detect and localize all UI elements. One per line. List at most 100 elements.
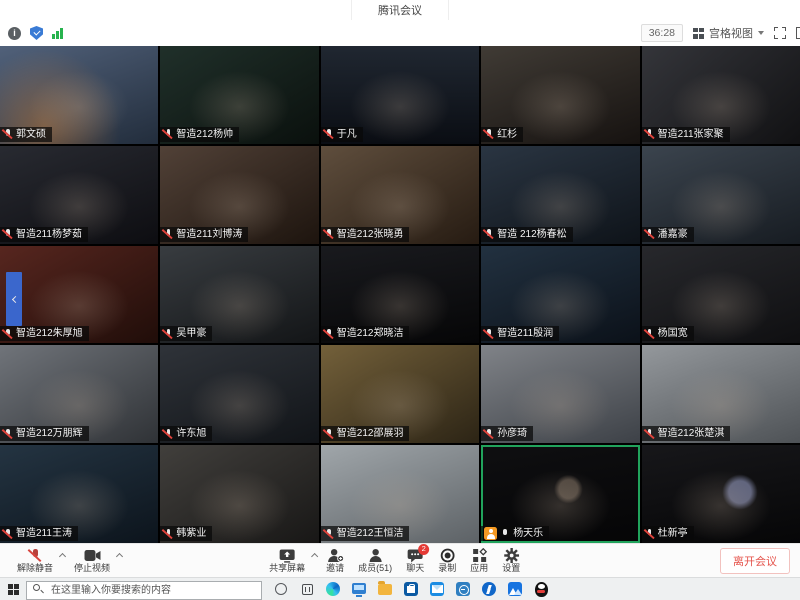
participant-name-tag: 智造212邵展羽 (321, 426, 410, 441)
search-input[interactable] (26, 581, 262, 600)
participant-tile[interactable]: 郭文硕 (0, 46, 158, 144)
participant-name: 智造211刘博涛 (176, 227, 242, 242)
previous-page-arrow[interactable] (6, 272, 22, 326)
camera-icon (84, 549, 101, 562)
grid-view-icon (693, 28, 704, 39)
participant-name: 智造212杨帅 (176, 127, 233, 142)
participant-tile[interactable]: 智造211杨梦茹 (0, 146, 158, 244)
participant-tile[interactable]: 智造212邵展羽 (321, 345, 479, 443)
window-edge-icon (796, 27, 800, 39)
raised-hand-icon (484, 527, 497, 540)
participant-tile[interactable]: 于凡 (321, 46, 479, 144)
taskbar-item-mail[interactable] (424, 578, 450, 600)
share-options-chevron-icon[interactable] (311, 553, 318, 560)
view-mode-switcher[interactable]: 宫格视图 (693, 25, 764, 41)
video-options-chevron-icon[interactable] (116, 553, 123, 560)
participant-tile[interactable]: 吴甲豪 (160, 246, 318, 344)
participant-name-tag: 于凡 (321, 127, 363, 142)
participant-tile[interactable]: 智造211殷润 (481, 246, 639, 344)
stop-video-label: 停止视频 (74, 564, 110, 573)
participant-tile[interactable]: 智造211刘博涛 (160, 146, 318, 244)
participant-name: 智造 212杨春松 (497, 227, 566, 242)
participant-tile[interactable]: 杨国宽 (642, 246, 800, 344)
participant-tile[interactable]: 杜新亭 (642, 445, 800, 543)
participant-tile[interactable]: 孙彦琦 (481, 345, 639, 443)
participant-name: 智造212张楚淇 (658, 426, 725, 441)
stop-video-button[interactable]: 停止视频 (74, 548, 110, 573)
network-signal-icon[interactable] (52, 27, 63, 39)
cortana-button[interactable] (268, 578, 294, 600)
participant-tile[interactable]: 智造212万朋辉 (0, 345, 158, 443)
record-label: 录制 (438, 564, 456, 573)
chevron-down-icon (758, 31, 764, 35)
participant-name: 吴甲豪 (176, 326, 206, 341)
meeting-info-icon[interactable]: i (8, 27, 21, 40)
participant-name: 许东旭 (176, 426, 206, 441)
muted-mic-icon (3, 228, 13, 240)
participant-tile[interactable]: 智造212杨帅 (160, 46, 318, 144)
participant-tile-active-speaker[interactable]: 杨天乐 (481, 445, 639, 543)
taskbar-item-remote-app[interactable] (450, 578, 476, 600)
participant-tile[interactable]: 智造211张家聚 (642, 46, 800, 144)
taskbar-item-qq[interactable] (528, 578, 554, 600)
start-button[interactable] (0, 578, 26, 600)
fullscreen-icon[interactable] (774, 27, 786, 39)
muted-mic-icon (484, 128, 494, 140)
participant-name-tag: 智造211王涛 (0, 526, 78, 541)
record-button[interactable]: 录制 (438, 548, 456, 573)
participant-tile[interactable]: 智造211王涛 (0, 445, 158, 543)
participant-name-tag: 智造212杨帅 (160, 127, 239, 142)
participant-tile[interactable]: 智造212王恒洁 (321, 445, 479, 543)
task-view-button[interactable] (294, 578, 320, 600)
participant-name: 韩紫业 (176, 526, 206, 541)
participant-tile[interactable]: 红杉 (481, 46, 639, 144)
participant-name-tag: 许东旭 (160, 426, 212, 441)
muted-mic-icon (484, 228, 494, 240)
participant-name-tag: 吴甲豪 (160, 326, 212, 341)
participant-tile[interactable]: 智造212朱厚旭 (0, 246, 158, 344)
chevron-left-icon (11, 295, 18, 302)
meeting-toolbar: 解除静音 停止视频 共享屏幕 (0, 543, 800, 577)
muted-mic-icon (163, 428, 173, 440)
lightning-app-icon (482, 582, 496, 596)
participant-tile[interactable]: 潘嘉豪 (642, 146, 800, 244)
leave-meeting-button[interactable]: 离开会议 (720, 548, 790, 574)
participant-name-tag: 智造212郑晓洁 (321, 326, 410, 341)
search-icon (33, 584, 40, 591)
taskbar-item-store[interactable] (398, 578, 424, 600)
taskbar-item-this-pc[interactable] (346, 578, 372, 600)
taskbar-item-docs-app[interactable] (502, 578, 528, 600)
muted-mic-icon (324, 528, 334, 540)
unmute-button[interactable]: 解除静音 (17, 548, 53, 573)
meeting-topbar: i 36:28 宫格视图 (0, 20, 800, 46)
participant-name: 潘嘉豪 (658, 227, 688, 242)
chat-button[interactable]: 2 聊天 (406, 548, 424, 573)
gear-icon (504, 548, 519, 563)
participant-tile[interactable]: 智造212张楚淇 (642, 345, 800, 443)
members-person-icon (368, 548, 383, 563)
participant-name-tag: 智造211杨梦茹 (0, 227, 88, 242)
view-mode-label: 宫格视图 (709, 25, 753, 41)
taskbar-search[interactable] (26, 580, 262, 599)
members-button[interactable]: 成员(51) (358, 548, 392, 573)
participant-name-tag: 杜新亭 (642, 526, 694, 541)
mic-options-chevron-icon[interactable] (59, 553, 66, 560)
taskbar-item-file-explorer[interactable] (372, 578, 398, 600)
participant-tile[interactable]: 韩紫业 (160, 445, 318, 543)
apps-button[interactable]: 应用 (470, 548, 488, 573)
invite-button[interactable]: 邀请 (326, 548, 344, 573)
muted-mic-icon (163, 328, 173, 340)
participant-tile[interactable]: 智造212郑晓洁 (321, 246, 479, 344)
share-screen-button[interactable]: 共享屏幕 (269, 548, 305, 573)
taskbar-item-edge[interactable] (320, 578, 346, 600)
security-shield-icon[interactable] (30, 26, 43, 40)
settings-button[interactable]: 设置 (502, 548, 520, 573)
taskbar-item-meeting-app[interactable] (476, 578, 502, 600)
window-title: 腾讯会议 (351, 0, 449, 20)
unmuted-mic-icon (500, 528, 510, 540)
participant-tile[interactable]: 许东旭 (160, 345, 318, 443)
participant-tile[interactable]: 智造212张晓勇 (321, 146, 479, 244)
participant-name: 杨天乐 (513, 526, 543, 541)
window-titlebar: 腾讯会议 (0, 0, 800, 20)
participant-tile[interactable]: 智造 212杨春松 (481, 146, 639, 244)
